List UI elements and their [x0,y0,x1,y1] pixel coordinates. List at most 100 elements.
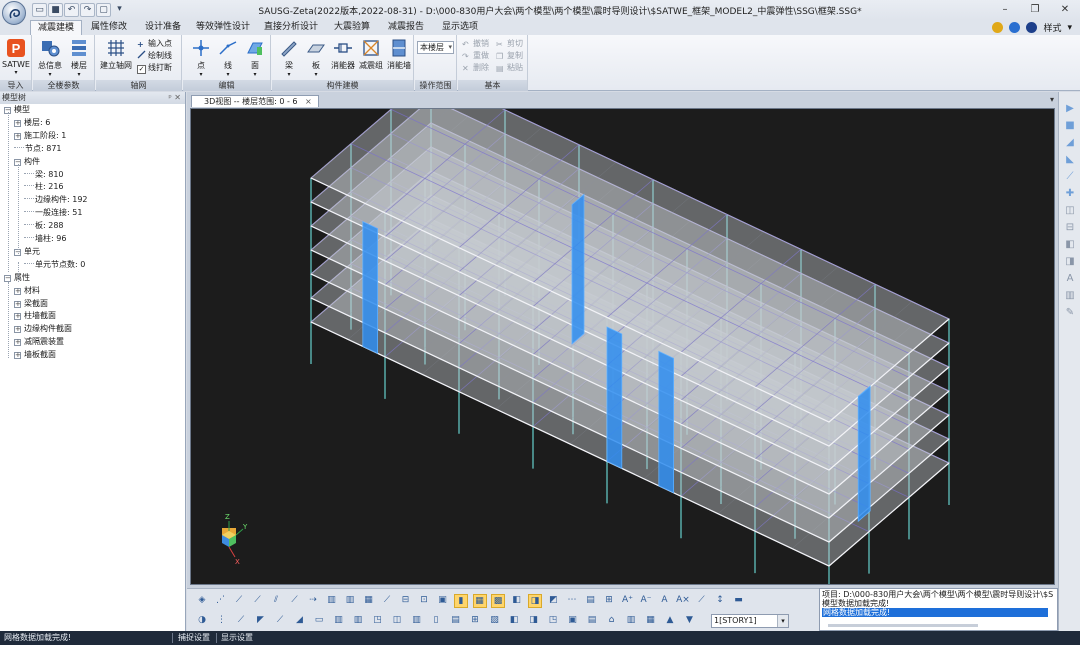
close-button[interactable]: ✕ [1050,0,1080,20]
tree-node[interactable]: 单元节点数: 0 [24,259,85,271]
tree-node[interactable]: + 减隔震装置 [14,336,64,348]
draw-line-button[interactable]: 绘制线 [137,50,172,61]
side-tool-icon[interactable]: ◧ [1063,238,1077,251]
display-tool-icon[interactable]: ◢ [293,614,307,628]
tree-node[interactable]: + 梁截面 [14,298,48,310]
line-button[interactable]: 线 ▾ [214,37,242,78]
display-tool-icon[interactable]: ▤ [585,614,599,628]
view-tool-icon[interactable]: A⁺ [621,594,635,608]
theme-icon[interactable] [992,22,1004,33]
display-tool-icon[interactable]: ▨ [488,614,502,628]
view-tool-icon[interactable]: A⁻ [639,594,653,608]
pin-close-icon[interactable]: ᵖ ✕ [168,92,181,104]
view-tool-icon[interactable]: A× [676,594,690,608]
display-tool-icon[interactable]: ◨ [527,614,541,628]
expand-icon[interactable]: + [14,339,21,347]
face-button[interactable]: 面 ▾ [241,37,269,78]
tree-node[interactable]: + 墙板截面 [14,349,56,361]
view-tool-icon[interactable]: ⟋ [695,594,709,608]
view-tool-icon[interactable]: ⊡ [417,594,431,608]
tree-node[interactable]: + 材料 [14,285,40,297]
display-tool-icon[interactable]: ◫ [390,614,404,628]
point-button[interactable]: 点 ▾ [187,37,215,78]
display-tool-icon[interactable]: ▣ [566,614,580,628]
tree-node[interactable]: + 施工阶段: 1 [14,130,66,142]
view-tool-icon[interactable]: ◩ [547,594,561,608]
display-tool-icon[interactable]: ▦ [644,614,658,628]
display-tool-icon[interactable]: ⋮ [215,614,229,628]
undo-button[interactable]: ↶ 撤销 [462,38,489,49]
style-menu[interactable]: 样式 [1043,21,1061,34]
tab-list-dropdown-icon[interactable]: ▾ [1050,95,1054,104]
display-tool-icon[interactable]: ◳ [546,614,560,628]
slab-button[interactable]: 板 ▾ [302,37,330,78]
floors-button[interactable]: 楼层 ▾ [65,37,93,78]
expand-icon[interactable]: + [14,313,21,321]
view-tool-icon[interactable]: ⟋ [380,594,394,608]
tab-major-earthquake[interactable]: 大震验算 [328,20,376,35]
tab-design-prep[interactable]: 设计准备 [138,20,188,35]
view-tool-icon[interactable]: ▬ [732,594,746,608]
tree-node[interactable]: 一般连接: 51 [24,207,82,219]
view-tool-icon[interactable]: ◈ [195,594,209,608]
display-tool-icon[interactable]: ▥ [332,614,346,628]
tab-close-icon[interactable]: × [305,97,312,106]
view-tool-icon[interactable]: ⊟ [399,594,413,608]
view-tool-icon[interactable]: ▦ [472,594,487,608]
display-tool-icon[interactable]: ◑ [195,614,209,628]
tree-node[interactable]: 节点: 871 [14,143,62,155]
display-tool-icon[interactable]: ⌂ [605,614,619,628]
cut-button[interactable]: ✂ 剪切 [496,38,523,49]
tab-damping-modeling[interactable]: 减震建模 [30,20,82,35]
expand-icon[interactable]: + [14,287,21,295]
tab-damping-report[interactable]: 减震报告 [382,20,430,35]
tab-display-options[interactable]: 显示选项 [436,20,484,35]
3d-viewport[interactable]: Z Y X [190,108,1055,585]
beam-button[interactable]: 梁 ▾ [275,37,303,78]
display-tool-icon[interactable]: ⟋ [234,614,248,628]
view-tool-icon[interactable]: ⫽ [269,594,283,608]
side-tool-icon[interactable]: ▥ [1063,289,1077,302]
copy-button[interactable]: ❐ 复制 [496,50,523,61]
side-tool-icon[interactable]: ✚ [1063,187,1077,200]
side-tool-icon[interactable]: ◣ [1063,153,1077,166]
help-icon[interactable] [1009,22,1021,33]
view-tool-icon[interactable]: ▥ [325,594,339,608]
display-settings-button[interactable]: 显示设置 [221,631,253,645]
view-tool-icon[interactable]: ⟋ [232,594,246,608]
view-tool-icon[interactable]: ⊞ [602,594,616,608]
display-tool-icon[interactable]: ▤ [449,614,463,628]
tab-3d-view[interactable]: 3D视图 -- 楼层范围: 0 - 6 × [191,95,319,107]
view-tool-icon[interactable]: ▣ [436,594,450,608]
tree-node[interactable]: 柱: 216 [24,181,64,193]
tab-equivalent-elastic[interactable]: 等效弹性设计 [192,20,254,35]
side-tool-icon[interactable]: A [1063,272,1077,285]
expand-icon[interactable]: + [14,132,21,140]
tab-direct-analysis[interactable]: 直接分析设计 [260,20,322,35]
damper-wall-button[interactable]: 消能墙 [385,37,413,77]
tree-node[interactable]: + 柱墙截面 [14,310,56,322]
display-tool-icon[interactable]: ▥ [351,614,365,628]
view-tool-icon[interactable]: ⟋ [251,594,265,608]
delete-button[interactable]: ✕ 删除 [462,62,489,73]
damper-group-button[interactable]: 减震组 [357,37,385,77]
display-tool-icon[interactable]: ◤ [254,614,268,628]
view-tool-icon[interactable]: ⟋ [288,594,302,608]
scope-dropdown[interactable]: 本楼层 [417,41,454,54]
view-tool-icon[interactable]: ↕ [713,594,727,608]
style-dropdown-icon[interactable]: ▾ [1067,23,1072,33]
tree-node[interactable]: + 边缘构件截面 [14,323,72,335]
view-tool-icon[interactable]: ▤ [584,594,598,608]
expand-icon[interactable]: + [14,119,21,127]
snap-settings-button[interactable]: 捕捉设置 [178,631,210,645]
break-line-checkbox[interactable]: ✓ 线打断 [137,62,172,74]
display-tool-icon[interactable]: ▼ [683,614,697,628]
application-menu-button[interactable] [2,1,26,25]
tree-node[interactable]: + 楼层: 6 [14,117,50,129]
collapse-icon[interactable]: − [4,274,11,282]
tree-node[interactable]: 梁: 810 [24,169,64,181]
view-tool-icon[interactable]: A [658,594,672,608]
expand-icon[interactable]: + [14,326,21,334]
damper-button[interactable]: 消能器 [329,37,357,77]
view-tool-icon[interactable]: ⇢ [306,594,320,608]
